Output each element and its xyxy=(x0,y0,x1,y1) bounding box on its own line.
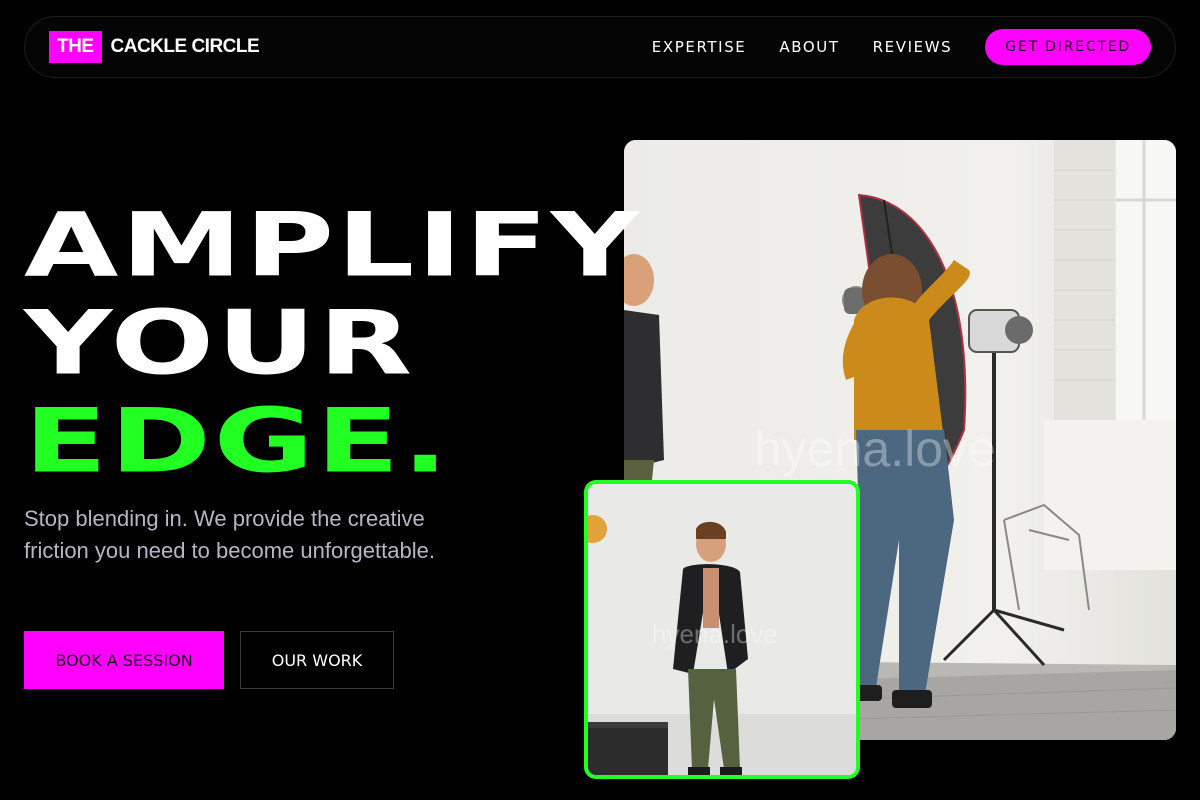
our-work-button[interactable]: OUR WORK xyxy=(240,631,394,689)
brand-logo[interactable]: THE CACKLE CIRCLE xyxy=(49,31,260,63)
nav-link-reviews[interactable]: REVIEWS xyxy=(873,38,953,56)
headline-line-edge: EDGE. xyxy=(24,389,451,493)
hero-inset-photo: hyena.love xyxy=(584,480,860,779)
nav-link-expertise[interactable]: EXPERTISE xyxy=(652,38,747,56)
logo-name: CACKLE CIRCLE xyxy=(110,36,260,57)
model-portrait xyxy=(588,484,856,775)
nav-link-about[interactable]: ABOUT xyxy=(779,38,839,56)
nav-links: EXPERTISE ABOUT REVIEWS GET DIRECTED xyxy=(652,29,1151,65)
hero-subtext: Stop blending in. We provide the creativ… xyxy=(24,506,435,563)
get-directed-button[interactable]: GET DIRECTED xyxy=(985,29,1151,65)
headline-line-amplify: AMPLIFY xyxy=(24,193,642,297)
headline-line-your: YOUR xyxy=(24,291,415,395)
top-navbar: THE CACKLE CIRCLE EXPERTISE ABOUT REVIEW… xyxy=(24,16,1176,78)
hero-headline: AMPLIFY YOUR EDGE. xyxy=(24,196,639,490)
book-session-button[interactable]: BOOK A SESSION xyxy=(24,631,224,689)
logo-prefix: THE xyxy=(49,31,102,63)
